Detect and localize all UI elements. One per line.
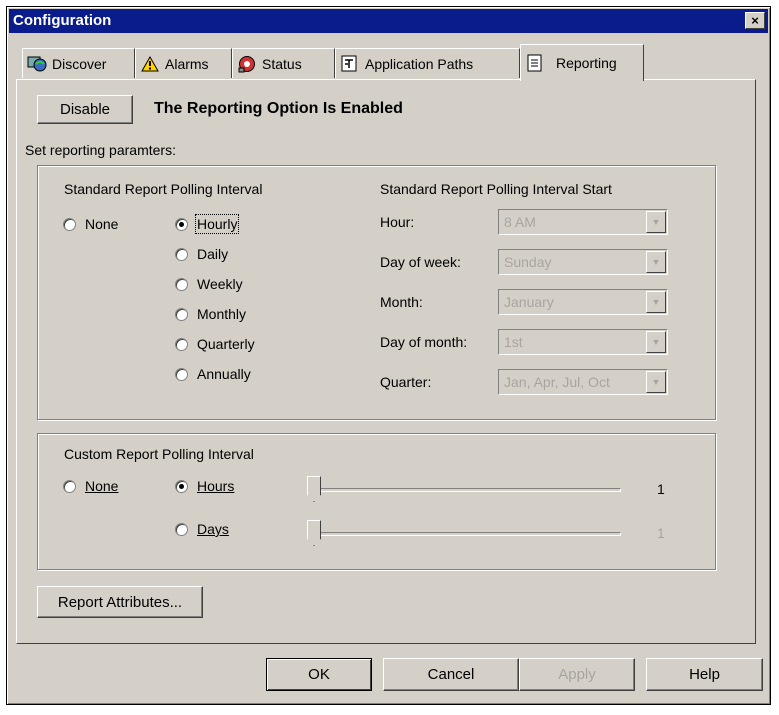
close-button[interactable]: × xyxy=(745,12,765,29)
weekly-radio[interactable]: Weekly xyxy=(175,276,243,292)
days-radio[interactable]: Days xyxy=(175,521,229,537)
month-label: Month: xyxy=(380,294,423,310)
radio-indicator xyxy=(63,479,76,493)
hour-value: 8 AM xyxy=(504,214,536,230)
chevron-down-icon[interactable]: ▼ xyxy=(646,291,666,313)
ok-label: OK xyxy=(308,666,330,683)
apply-label: Apply xyxy=(558,666,596,683)
hour-select[interactable]: 8 AM ▼ xyxy=(498,209,668,235)
cancel-button[interactable]: Cancel xyxy=(383,658,519,691)
month-select[interactable]: January ▼ xyxy=(498,289,668,315)
hour-label: Hour: xyxy=(380,214,415,230)
window-title: Configuration xyxy=(13,12,112,29)
radio-indicator xyxy=(63,217,76,231)
annually-radio[interactable]: Annually xyxy=(175,366,251,382)
day-of-month-value: 1st xyxy=(504,334,523,350)
hours-slider-track[interactable] xyxy=(307,488,621,492)
tab-reporting[interactable]: Reporting xyxy=(520,44,644,81)
radio-label: None xyxy=(85,216,119,232)
radio-indicator xyxy=(175,522,188,536)
days-slider-value: 1 xyxy=(657,525,665,541)
day-of-week-label: Day of week: xyxy=(380,254,461,270)
radio-label: Quarterly xyxy=(197,336,255,352)
monthly-radio[interactable]: Monthly xyxy=(175,306,246,322)
custom-none-radio[interactable]: None xyxy=(63,478,118,494)
days-slider-track[interactable] xyxy=(307,532,621,536)
title-bar[interactable]: Configuration × xyxy=(9,9,768,33)
status-icon xyxy=(237,55,257,73)
radio-indicator xyxy=(175,367,188,381)
custom-group-label: Custom Report Polling Interval xyxy=(64,446,254,462)
tab-label: Application Paths xyxy=(365,55,474,72)
tab-label: Discover xyxy=(52,55,107,72)
report-attributes-button[interactable]: Report Attributes... xyxy=(37,586,203,618)
radio-indicator xyxy=(175,247,188,261)
standard-group-label: Standard Report Polling Interval xyxy=(64,181,263,197)
help-button[interactable]: Help xyxy=(646,658,763,691)
standard-none-radio[interactable]: None xyxy=(63,216,118,232)
radio-label: Annually xyxy=(197,366,251,382)
tab-label: Alarms xyxy=(165,55,209,72)
radio-label: Hourly xyxy=(194,214,240,234)
quarterly-radio[interactable]: Quarterly xyxy=(175,336,255,352)
tab-label: Status xyxy=(262,55,302,72)
quarter-value: Jan, Apr, Jul, Oct xyxy=(504,374,610,390)
month-value: January xyxy=(504,294,554,310)
disable-button-label: Disable xyxy=(59,101,111,118)
day-of-month-select[interactable]: 1st ▼ xyxy=(498,329,668,355)
start-group-label: Standard Report Polling Interval Start xyxy=(380,181,612,197)
day-of-month-label: Day of month: xyxy=(380,334,468,350)
close-icon: × xyxy=(751,13,759,28)
radio-label: Daily xyxy=(197,246,229,262)
apply-button[interactable]: Apply xyxy=(519,658,635,691)
tab-label: Reporting xyxy=(556,55,617,71)
day-of-week-select[interactable]: Sunday ▼ xyxy=(498,249,668,275)
report-attributes-label: Report Attributes... xyxy=(57,593,183,611)
alarm-icon xyxy=(140,55,160,73)
tab-alarms[interactable]: Alarms xyxy=(135,48,232,78)
cancel-label: Cancel xyxy=(427,666,475,683)
ok-button[interactable]: OK xyxy=(266,658,372,691)
radio-indicator xyxy=(175,217,188,231)
discover-icon xyxy=(27,55,47,73)
tab-application-paths[interactable]: Application Paths xyxy=(335,48,520,78)
radio-indicator xyxy=(175,479,188,493)
radio-label: Weekly xyxy=(197,276,243,292)
radio-label: Days xyxy=(197,521,229,537)
hours-slider-value: 1 xyxy=(657,481,665,497)
set-params-label: Set reporting paramters: xyxy=(25,142,176,158)
hours-radio[interactable]: Hours xyxy=(175,478,234,494)
hourly-radio[interactable]: Hourly xyxy=(175,214,240,234)
reporting-icon xyxy=(525,54,545,72)
reporting-status-text: The Reporting Option Is Enabled xyxy=(154,100,403,117)
radio-indicator xyxy=(175,277,188,291)
chevron-down-icon[interactable]: ▼ xyxy=(646,371,666,393)
radio-label: Monthly xyxy=(197,306,247,322)
day-of-week-value: Sunday xyxy=(504,254,552,270)
chevron-down-icon[interactable]: ▼ xyxy=(646,331,666,353)
tab-discover[interactable]: Discover xyxy=(22,48,135,78)
help-label: Help xyxy=(689,666,720,683)
tab-status[interactable]: Status xyxy=(232,48,335,78)
daily-radio[interactable]: Daily xyxy=(175,246,228,262)
radio-indicator xyxy=(175,307,188,321)
radio-indicator xyxy=(175,337,188,351)
radio-label: None xyxy=(85,478,119,494)
chevron-down-icon[interactable]: ▼ xyxy=(646,211,666,233)
reporting-panel: Disable The Reporting Option Is Enabled … xyxy=(16,79,756,644)
radio-label: Hours xyxy=(197,478,235,494)
disable-button[interactable]: Disable xyxy=(37,95,133,124)
quarter-label: Quarter: xyxy=(380,374,432,390)
application-paths-icon xyxy=(340,55,360,73)
quarter-select[interactable]: Jan, Apr, Jul, Oct ▼ xyxy=(498,369,668,395)
chevron-down-icon[interactable]: ▼ xyxy=(646,251,666,273)
